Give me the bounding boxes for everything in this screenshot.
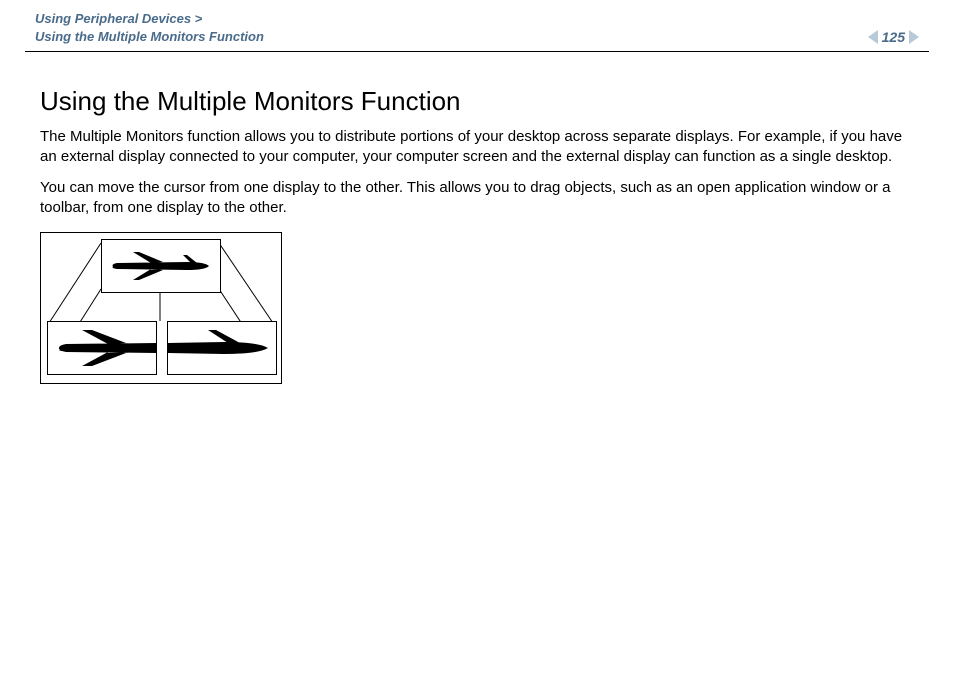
- page-number: 125: [882, 29, 905, 45]
- page-title: Using the Multiple Monitors Function: [40, 86, 914, 117]
- page-header: Using Peripheral Devices > Using the Mul…: [25, 10, 929, 52]
- monitor-bottom-right: [167, 321, 277, 375]
- airplane-right-half-icon: [168, 328, 276, 368]
- breadcrumb: Using Peripheral Devices > Using the Mul…: [35, 10, 264, 45]
- airplane-left-half-icon: [48, 328, 156, 368]
- next-page-icon[interactable]: [909, 30, 919, 44]
- page-content: Using the Multiple Monitors Function The…: [25, 52, 929, 384]
- document-page: Using Peripheral Devices > Using the Mul…: [0, 0, 954, 674]
- monitor-top: [101, 239, 221, 293]
- paragraph-2: You can move the cursor from one display…: [40, 178, 914, 219]
- prev-page-icon[interactable]: [868, 30, 878, 44]
- breadcrumb-section: Using Peripheral Devices >: [35, 10, 264, 28]
- breadcrumb-current: Using the Multiple Monitors Function: [35, 28, 264, 46]
- paragraph-1: The Multiple Monitors function allows yo…: [40, 127, 914, 168]
- airplane-full-icon: [109, 249, 213, 283]
- monitor-bottom-left: [47, 321, 157, 375]
- multi-monitor-figure: [40, 232, 282, 384]
- page-nav: 125: [868, 29, 919, 45]
